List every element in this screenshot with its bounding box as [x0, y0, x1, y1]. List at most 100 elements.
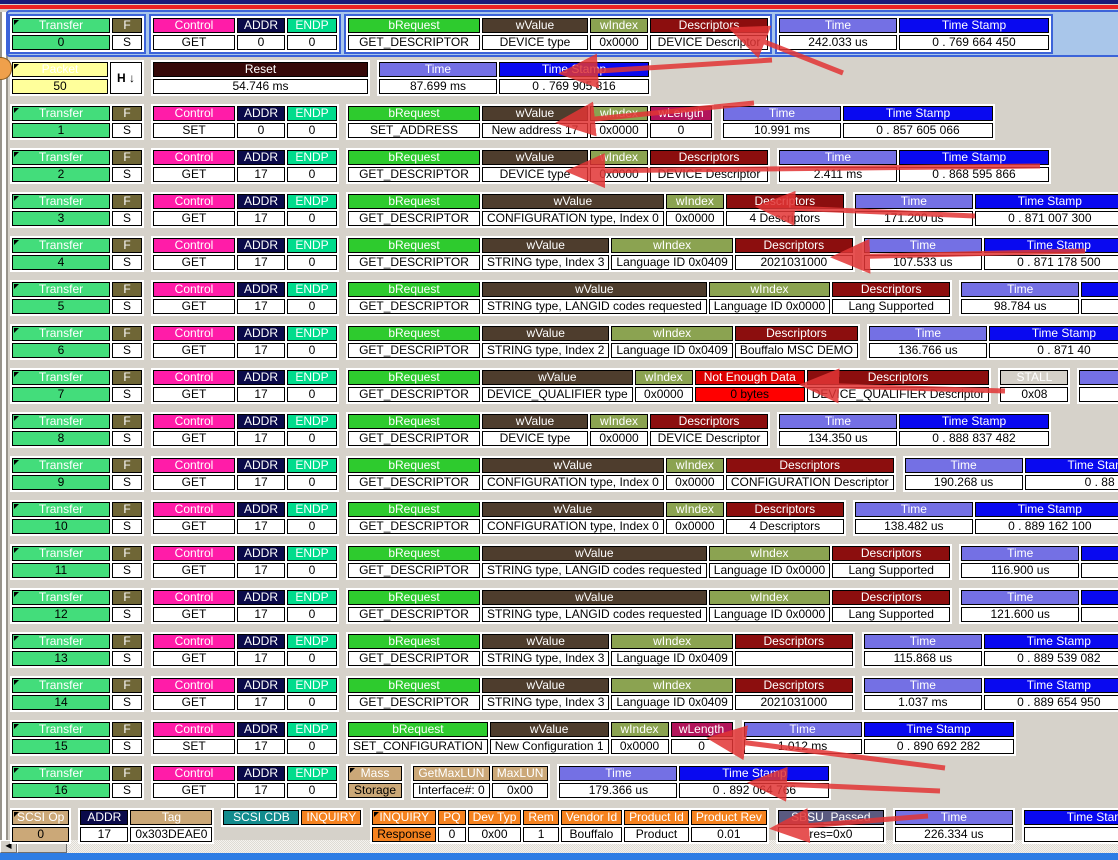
cell-value-time: 226.334 us: [895, 827, 1013, 842]
transfer-row-0[interactable]: TransferF0SControlADDRENDPGET00bRequestw…: [10, 16, 1051, 52]
col-header-endp: ENDP: [287, 546, 337, 561]
cell-value-endp: 0: [287, 519, 337, 534]
col-header-breq: bRequest: [348, 546, 480, 561]
col-header-orange: Vendor Id: [561, 810, 622, 825]
cell-value-orange: 0: [438, 827, 465, 842]
cell-value-ts: [1081, 299, 1118, 314]
col-header-time: Time: [905, 458, 1023, 473]
transfer-row-4[interactable]: TransferF4SControlADDRENDPGET170bRequest…: [10, 236, 1118, 272]
col-header-desc: Descriptors: [807, 370, 990, 385]
col-header-widx: wIndex: [635, 370, 693, 385]
transfer-row-16-group-0: TransferF16S: [10, 764, 144, 800]
cell-value-time: 116.900 us: [961, 563, 1079, 578]
transfer-row-3[interactable]: TransferF3SControlADDRENDPGET170bRequest…: [10, 192, 1118, 228]
col-header-desc: Descriptors: [735, 634, 853, 649]
cell-value-breq: GET_DESCRIPTOR: [348, 299, 480, 314]
col-header-wval: wValue: [482, 502, 664, 517]
col-header-wval: wValue: [482, 18, 588, 33]
cell-value-ts: 0 . 769 664 450: [899, 35, 1049, 50]
col-header-endp: ENDP: [287, 502, 337, 517]
transfer-row-12[interactable]: TransferF12SControlADDRENDPGET170bReques…: [10, 588, 1118, 624]
cell-value-ts: 0 . 890 692 282: [864, 739, 1014, 754]
cell-value-packet: 50: [12, 79, 108, 94]
col-header-addr: ADDR: [237, 546, 285, 561]
col-header-addr: ADDR: [237, 106, 285, 121]
cell-hcell: H ↓: [110, 62, 142, 94]
col-header-wval: wValue: [482, 326, 609, 341]
col-header-addr: ADDR: [237, 370, 285, 385]
cell-value-transfer: 5: [12, 299, 110, 314]
transfer-row-11[interactable]: TransferF11SControlADDRENDPGET170bReques…: [10, 544, 1118, 580]
col-header-wval: wValue: [482, 150, 588, 165]
col-header-addr: ADDR: [237, 722, 285, 737]
cell-value-time: 2.411 ms: [779, 167, 897, 182]
transfer-row-14[interactable]: TransferF14SControlADDRENDPGET170bReques…: [10, 676, 1118, 712]
col-header-transfer: Transfer: [12, 722, 110, 737]
col-header-f: F: [112, 370, 142, 385]
cell-value-ts: 0 . 857 605 066: [843, 123, 993, 138]
transfer-row-10[interactable]: TransferF10SControlADDRENDPGET170bReques…: [10, 500, 1118, 536]
transfer-row-12-group-2: bRequestwValuewIndexDescriptorsGET_DESCR…: [346, 588, 952, 624]
col-header-f: F: [112, 634, 142, 649]
transfer-row-15[interactable]: TransferF15SControlADDRENDPSET170bReques…: [10, 720, 1016, 756]
col-header-transfer: Transfer: [12, 194, 110, 209]
cell-value-desc: DEVICE Descriptor: [650, 35, 768, 50]
col-header-breq: bRequest: [348, 590, 480, 605]
cell-value-ts: 0 . 868 595 866: [899, 167, 1049, 182]
col-header-endp: ENDP: [287, 766, 337, 781]
cell-value-wval: DEVICE type: [482, 431, 588, 446]
packet-row-50[interactable]: PacketH ↓50Reset54.746 msTimeTime Stamp8…: [10, 60, 651, 96]
col-header-control: Control: [153, 722, 235, 737]
transfer-row-7[interactable]: TransferF7SControlADDRENDPGET170bRequest…: [10, 368, 1118, 404]
col-header-desc: Descriptors: [735, 678, 853, 693]
cell-value-time: 190.268 us: [905, 475, 1023, 490]
transfer-row-13-group-1: ControlADDRENDPGET170: [151, 632, 339, 668]
cell-value-wlen: 0: [671, 739, 733, 754]
cell-value-widx: 0x0000: [590, 431, 648, 446]
transfer-row-10-group-2: bRequestwValuewIndexDescriptorsGET_DESCR…: [346, 500, 846, 536]
transfer-row-9[interactable]: TransferF9SControlADDRENDPGET170bRequest…: [10, 456, 1118, 492]
cell-value-addr: 17: [237, 739, 285, 754]
col-header-endp: ENDP: [287, 282, 337, 297]
cell-value-f: S: [112, 343, 142, 358]
cell-value-f: S: [112, 167, 142, 182]
transfer-row-13[interactable]: TransferF13SControlADDRENDPGET170bReques…: [10, 632, 1118, 668]
cell-value-desc: DEVICE_QUALIFIER Descriptor: [807, 387, 990, 402]
transfer-row-11-group-1: ControlADDRENDPGET170: [151, 544, 339, 580]
cell-value-ts: [1024, 827, 1118, 842]
scsi-op-row-0[interactable]: SCSI Op0ADDRTag170x303DEAE0SCSI CDBINQUI…: [10, 808, 1118, 844]
col-header-addr: ADDR: [237, 590, 285, 605]
cell-value-transfer: 13: [12, 651, 110, 666]
col-header-desc: Descriptors: [735, 326, 858, 341]
transfer-row-6[interactable]: TransferF6SControlADDRENDPGET170bRequest…: [10, 324, 1118, 360]
transfer-row-8[interactable]: TransferF8SControlADDRENDPGET170bRequest…: [10, 412, 1051, 448]
col-header-widx: wIndex: [590, 18, 648, 33]
col-header-addr: ADDR: [237, 150, 285, 165]
transfer-row-8-group-0: TransferF8S: [10, 412, 144, 448]
transfer-row-10-group-3: TimeTime Stamp138.482 us0 . 889 162 100: [853, 500, 1118, 536]
transfer-row-2[interactable]: TransferF2SControlADDRENDPGET170bRequest…: [10, 148, 1051, 184]
transfer-row-8-group-1: ControlADDRENDPGET170: [151, 412, 339, 448]
cell-value-f: S: [112, 651, 142, 666]
cell-value-time: 10.991 ms: [723, 123, 841, 138]
col-header-ts: Time Stamp: [864, 722, 1014, 737]
cell-value-widx: 0x0000: [635, 387, 693, 402]
col-header-f: F: [112, 150, 142, 165]
col-header-f: F: [112, 18, 142, 33]
transfer-row-13-group-3: TimeTime Stamp115.868 us0 . 889 539 082: [862, 632, 1118, 668]
transfer-row-1[interactable]: TransferF1SControlADDRENDPSET00bRequestw…: [10, 104, 995, 140]
transfer-row-16[interactable]: TransferF16SControlADDRENDPGET170MassSto…: [10, 764, 831, 800]
col-header-ts: Time Stamp: [899, 414, 1049, 429]
cell-value-control: GET: [153, 167, 235, 182]
col-header-transfer: Transfer: [12, 370, 110, 385]
cell-value-transfer: 2: [12, 167, 110, 182]
cell-value-time: 98.784 us: [961, 299, 1079, 314]
cell-value-endp: 0: [287, 211, 337, 226]
col-header-f: F: [112, 590, 142, 605]
scsi-op-row-0-group-0: SCSI Op0: [10, 808, 71, 844]
cell-value-transfer: 6: [12, 343, 110, 358]
packet-row-50-group-2: TimeTime Stamp87.699 ms0 . 769 905 816: [377, 60, 651, 96]
cell-value-widx: Language ID 0x0409: [611, 255, 732, 270]
transfer-row-5[interactable]: TransferF5SControlADDRENDPGET170bRequest…: [10, 280, 1118, 316]
transfer-row-6-group-3: TimeTime Stamp136.766 us0 . 871 40: [867, 324, 1118, 360]
